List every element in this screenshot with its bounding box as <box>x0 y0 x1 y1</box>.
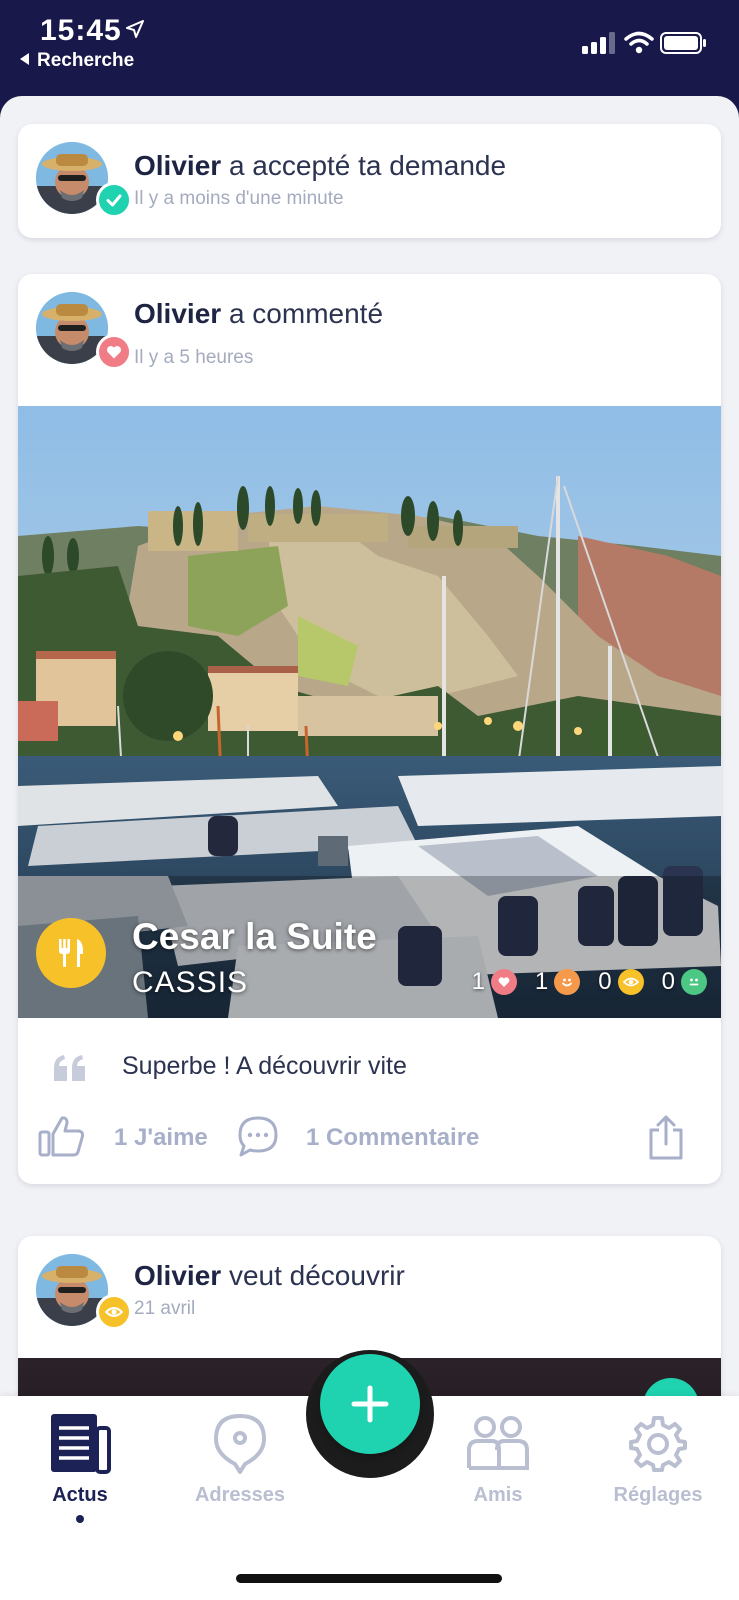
stat-likes: 1 <box>472 968 517 996</box>
heart-icon <box>107 346 121 359</box>
back-arrow-icon <box>20 53 29 65</box>
share-icon[interactable] <box>646 1114 686 1162</box>
post-actions: 1 J'aime 1 Commentaire <box>18 1110 721 1170</box>
tab-reglages[interactable]: Réglages <box>588 1410 728 1507</box>
stat-count: 0 <box>598 968 612 995</box>
tab-label: Adresses <box>194 1484 286 1506</box>
meh-icon <box>681 969 707 995</box>
activity-headline: Olivier a commenté <box>134 298 383 330</box>
author-name[interactable]: Olivier <box>134 1260 221 1291</box>
active-tab-indicator <box>76 1515 84 1523</box>
activity-time: Il y a moins d'une minute <box>134 188 344 209</box>
eye-icon <box>105 1307 123 1317</box>
check-badge <box>96 182 132 218</box>
comment-icon[interactable] <box>236 1114 280 1158</box>
restaurant-category-badge <box>36 918 106 988</box>
tab-label: Amis <box>473 1484 523 1506</box>
stat-meh: 0 <box>662 968 707 996</box>
tab-label: Réglages <box>613 1484 703 1506</box>
stat-want-to-discover: 0 <box>598 968 644 996</box>
activity-action: a accepté ta demande <box>228 150 507 181</box>
activity-time: Il y a 5 heures <box>134 347 254 368</box>
friends-icon <box>467 1416 529 1470</box>
news-icon <box>51 1414 111 1474</box>
wifi-icon <box>624 31 654 54</box>
heart-icon <box>490 969 517 995</box>
stat-count: 0 <box>661 968 675 995</box>
gear-icon <box>629 1416 687 1472</box>
place-name[interactable]: Cesar la Suite <box>132 916 377 958</box>
back-label: Recherche <box>37 50 135 71</box>
comments-button[interactable]: 1 Commentaire <box>306 1124 479 1152</box>
signal-icon <box>582 32 615 54</box>
tab-actus[interactable]: Actus <box>10 1410 150 1523</box>
plus-icon <box>351 1385 389 1423</box>
thumbs-up-icon[interactable] <box>38 1114 86 1158</box>
status-bar: 15:45 Recherche <box>0 0 739 110</box>
add-button[interactable] <box>320 1354 420 1454</box>
check-icon <box>106 194 122 207</box>
tab-adresses[interactable]: Adresses <box>170 1410 310 1507</box>
eye-badge <box>96 1294 132 1330</box>
activity-action: a commenté <box>228 298 384 329</box>
place-photo[interactable]: Cesar la Suite CASSIS 1 1 0 0 <box>18 406 721 1018</box>
place-city: CASSIS <box>132 966 249 999</box>
tab-label: Actus <box>52 1484 108 1506</box>
location-arrow-icon <box>126 20 144 38</box>
fork-knife-icon <box>59 939 83 967</box>
stat-count: 1 <box>471 968 485 995</box>
stat-count: 1 <box>534 968 549 995</box>
heart-badge <box>96 334 132 370</box>
place-stats: 1 1 0 0 <box>472 968 707 996</box>
feed-item-comment[interactable]: Olivier a commenté Il y a 5 heures Cesar… <box>18 274 721 1184</box>
tab-amis[interactable]: Amis <box>428 1410 568 1507</box>
quote-icon <box>54 1055 85 1081</box>
location-pin-icon <box>214 1414 266 1474</box>
eye-icon <box>617 969 644 995</box>
status-time: 15:45 <box>40 14 122 47</box>
activity-headline: Olivier veut découvrir <box>134 1260 405 1292</box>
like-button[interactable]: 1 J'aime <box>114 1124 208 1152</box>
activity-headline: Olivier a accepté ta demande <box>134 150 506 182</box>
back-to-search-link[interactable]: Recherche <box>20 50 134 72</box>
smile-icon <box>554 969 581 995</box>
feed-item-accepted[interactable]: Olivier a accepté ta demande Il y a moin… <box>18 124 721 238</box>
home-indicator <box>236 1574 502 1583</box>
author-name[interactable]: Olivier <box>134 298 221 329</box>
stat-smiles: 1 <box>534 968 581 996</box>
comment-text: Superbe ! A découvrir vite <box>122 1052 407 1080</box>
activity-action: veut découvrir <box>228 1260 405 1291</box>
battery-icon <box>660 32 706 54</box>
activity-time: 21 avril <box>134 1298 196 1319</box>
author-name[interactable]: Olivier <box>134 150 221 181</box>
